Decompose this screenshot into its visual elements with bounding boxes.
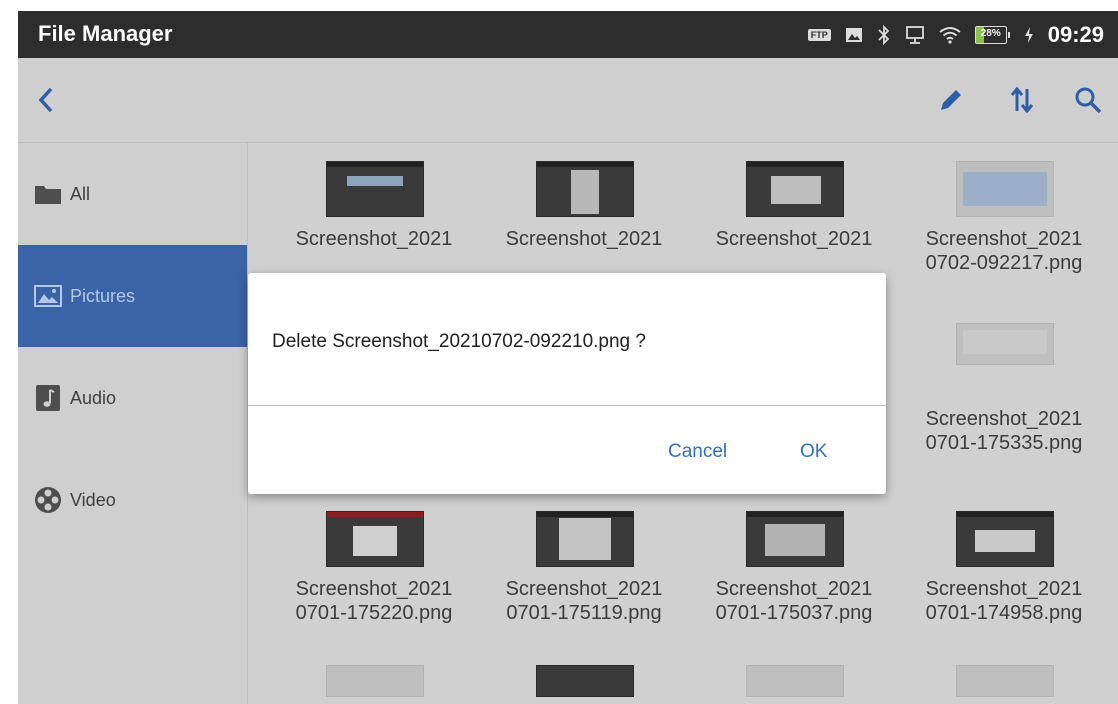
sidebar-item-label: Pictures [70,285,136,306]
ok-button[interactable]: OK [800,441,827,463]
sidebar: All Pictures Audio Video [18,143,248,704]
file-name: Screenshot_2021 0702-092217.png [925,228,1083,274]
file-tile[interactable]: Screenshot_2021 [269,143,479,283]
file-name: Screenshot_2021 0701-175037.png [715,578,873,624]
dialog-divider [248,405,886,406]
file-tile[interactable]: Screenshot_2021 0701-175119.png [479,493,689,633]
file-thumbnail [746,161,844,217]
sidebar-item-pictures[interactable]: Pictures [18,245,247,347]
file-thumbnail[interactable] [956,665,1054,697]
file-thumbnail[interactable] [746,665,844,697]
battery-icon: 28% [974,25,1010,44]
ftp-icon: FTP [807,28,831,41]
battery-percent: 28% [980,27,1001,39]
clock: 09:29 [1047,21,1104,47]
file-tile[interactable]: Screenshot_2021 [689,143,899,283]
search-icon [1075,87,1102,114]
search-button[interactable] [1068,80,1108,120]
picture-icon [34,282,62,310]
file-tile[interactable]: Screenshot_2021 0701-175335.png [899,323,1109,463]
file-name: Screenshot_2021 [505,228,663,250]
file-name: Screenshot_2021 0701-175335.png [925,408,1083,454]
file-tile[interactable]: Screenshot_2021 [479,143,689,283]
file-thumbnail [956,161,1054,217]
file-thumbnail [746,511,844,567]
bluetooth-icon [878,24,889,45]
folder-icon [34,180,62,208]
sort-button[interactable] [1002,80,1042,120]
sort-icon [1010,86,1034,114]
file-thumbnail [326,511,424,567]
dialog-message: Delete Screenshot_20210702-092210.png ? [272,331,646,352]
file-name: Screenshot_2021 0701-175119.png [505,578,663,624]
edit-icon [941,90,961,110]
file-tile[interactable]: Screenshot_2021 0701-175037.png [689,493,899,633]
status-bar: File Manager FTP 28% 09:29 [18,11,1118,58]
sidebar-item-label: All [70,183,91,204]
file-name: Screenshot_2021 [295,228,453,250]
toolbar [18,58,1118,143]
status-icons: FTP 28% 09:29 [807,11,1104,58]
sidebar-item-all[interactable]: All [18,143,247,245]
sidebar-item-video[interactable]: Video [18,449,247,551]
image-icon [845,27,862,42]
wifi-icon [939,26,961,44]
file-thumbnail[interactable] [326,665,424,697]
file-name: Screenshot_2021 0701-174958.png [925,578,1083,624]
app-title: File Manager [38,21,173,46]
file-thumbnail [536,511,634,567]
file-tile[interactable]: Screenshot_2021 0701-174958.png [899,493,1109,633]
video-icon [34,486,62,514]
back-button[interactable] [26,80,66,120]
delete-dialog: Delete Screenshot_20210702-092210.png ? … [248,273,886,494]
file-thumbnail [326,161,424,217]
ethernet-icon [905,25,924,44]
back-icon [38,87,53,113]
cancel-button[interactable]: Cancel [668,441,727,463]
file-thumbnail [956,323,1054,365]
file-name: Screenshot_2021 0701-175220.png [295,578,453,624]
charging-icon [1024,26,1033,43]
file-tile[interactable]: Screenshot_2021 0702-092217.png [899,143,1109,283]
file-thumbnail[interactable] [536,665,634,697]
sidebar-item-label: Audio [70,387,117,408]
file-thumbnail [956,511,1054,567]
sidebar-item-label: Video [70,489,116,510]
sidebar-item-audio[interactable]: Audio [18,347,247,449]
audio-icon [34,384,62,412]
file-tile[interactable]: Screenshot_2021 0701-175220.png [269,493,479,633]
file-name: Screenshot_2021 [715,228,873,250]
file-thumbnail [536,161,634,217]
edit-button[interactable] [931,80,971,120]
